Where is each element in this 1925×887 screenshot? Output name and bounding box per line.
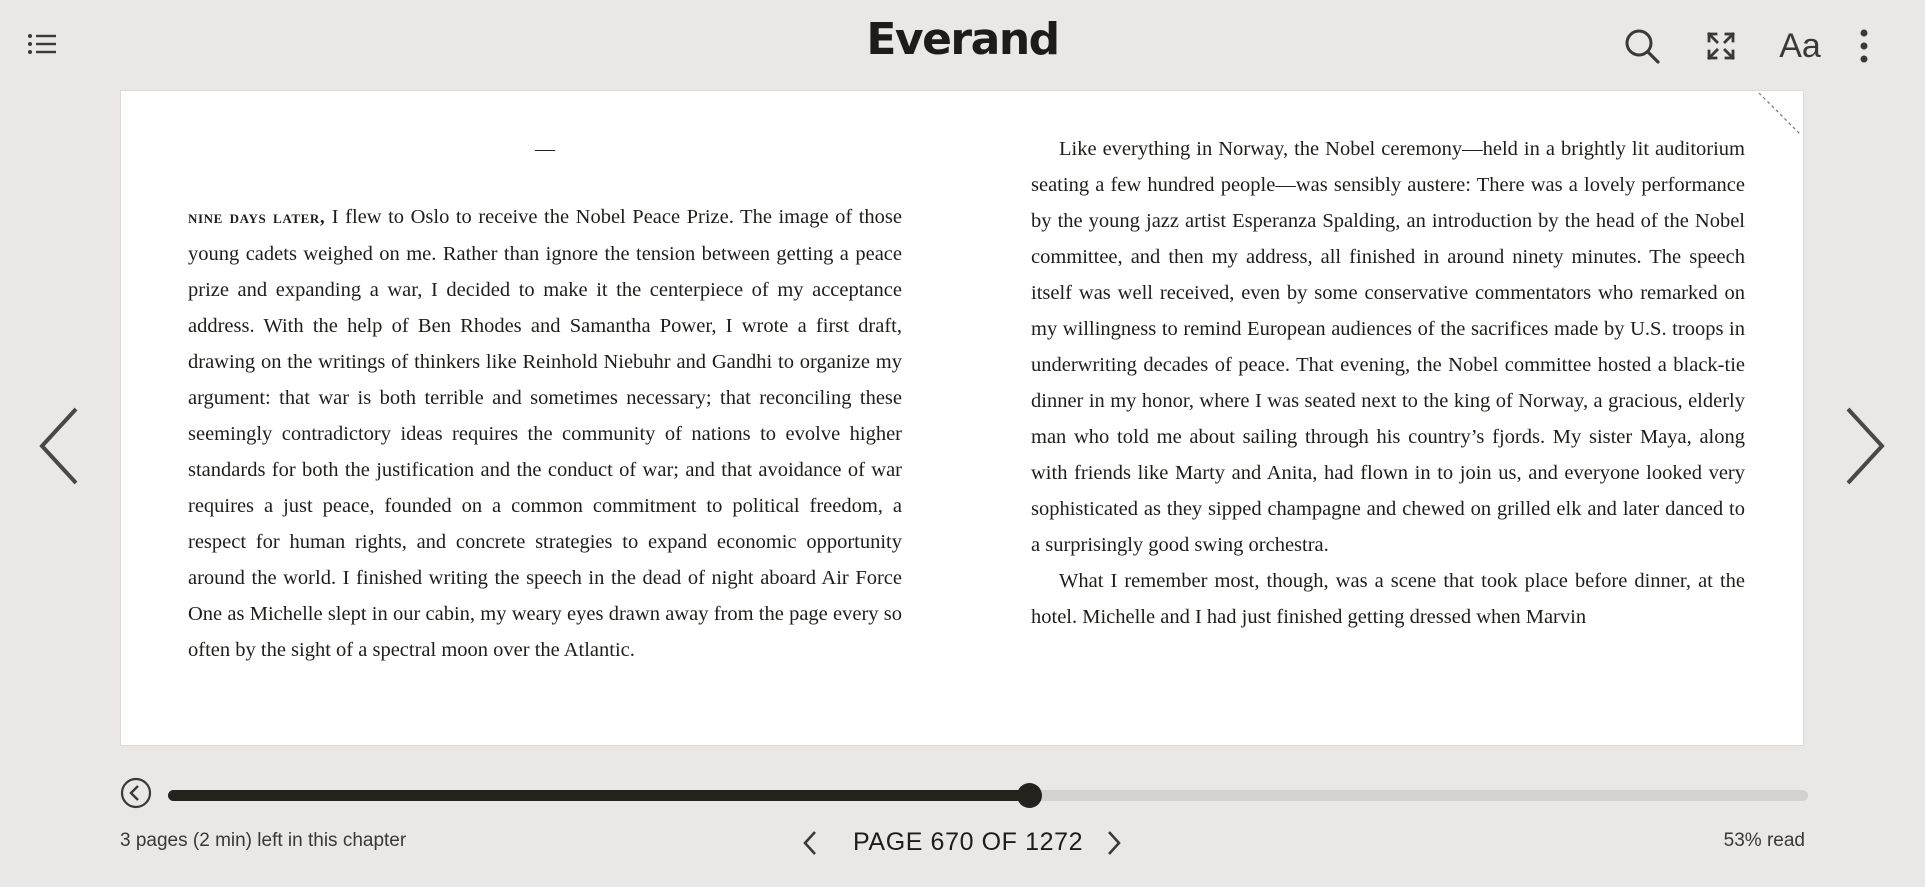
chevron-left-icon: [803, 831, 816, 855]
progress-thumb[interactable]: [1017, 783, 1042, 808]
back-circle-icon[interactable]: [120, 777, 152, 809]
chevron-right-icon: [1846, 407, 1885, 485]
body-paragraph: Like everything in Norway, the Nobel cer…: [1031, 138, 1745, 556]
top-bar: Everand Aa: [0, 0, 1925, 90]
next-page-arrow[interactable]: [1842, 405, 1888, 487]
previous-page-arrow[interactable]: [36, 405, 82, 487]
progress-fill: [168, 790, 1029, 801]
font-settings-button[interactable]: Aa: [1776, 24, 1824, 68]
book-page: — nine days later, I flew to Oslo to rec…: [120, 90, 1804, 746]
chevron-right-icon: [1108, 831, 1121, 855]
page-prev-button[interactable]: [800, 828, 820, 858]
section-separator: —: [535, 138, 555, 160]
left-column: — nine days later, I flew to Oslo to rec…: [188, 131, 902, 668]
page-next-button[interactable]: [1104, 828, 1124, 858]
reading-progress-slider[interactable]: [168, 783, 1808, 808]
chapter-remaining-text: 3 pages (2 min) left in this chapter: [120, 830, 407, 851]
search-icon[interactable]: [1620, 24, 1664, 68]
body-paragraph: nine days later, I flew to Oslo to recei…: [188, 199, 902, 668]
right-column: Like everything in Norway, the Nobel cer…: [1031, 131, 1745, 635]
more-vertical-icon[interactable]: [1842, 24, 1886, 68]
fullscreen-icon[interactable]: [1699, 24, 1743, 68]
chevron-left-icon: [39, 407, 78, 485]
paragraph-text: I flew to Oslo to receive the Nobel Peac…: [188, 206, 902, 661]
bookmark-corner[interactable]: [1755, 91, 1803, 139]
body-paragraph: What I remember most, though, was a scen…: [1031, 570, 1745, 628]
lead-in-smallcaps: nine days later,: [188, 207, 326, 228]
page-indicator: PAGE 670 OF 1272: [853, 828, 1084, 856]
percent-read: 53% read: [1723, 830, 1805, 851]
